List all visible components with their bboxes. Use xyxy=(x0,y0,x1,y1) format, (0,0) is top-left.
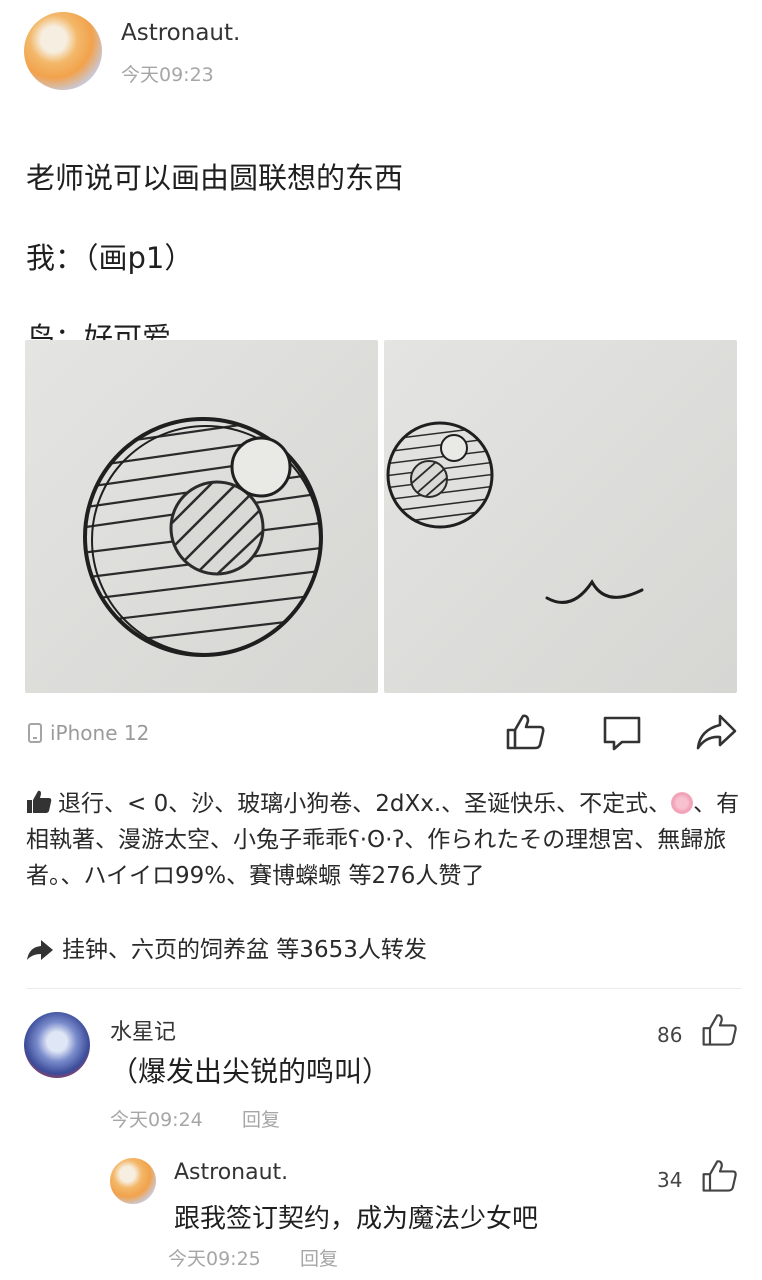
commenter-avatar[interactable] xyxy=(110,1158,156,1204)
thumbs-up-icon xyxy=(27,790,52,813)
comment-like-button[interactable] xyxy=(700,1010,740,1050)
share-icon xyxy=(696,714,737,750)
reply-button[interactable]: 回复 xyxy=(300,1244,338,1271)
comment-time: 今天09:25 xyxy=(168,1248,261,1270)
like-button[interactable] xyxy=(502,708,550,756)
comment-like-button[interactable] xyxy=(700,1156,740,1196)
reposts-text: 挂钟、六页的饲养盆 等3653人转发 xyxy=(62,937,427,963)
author-name[interactable]: Astronaut. xyxy=(121,20,240,46)
post-time: 今天09:23 xyxy=(121,64,214,86)
comment-icon xyxy=(603,716,641,751)
comment-time: 今天09:24 xyxy=(110,1109,203,1131)
face-drawing xyxy=(386,421,644,604)
divider xyxy=(26,988,742,989)
likes-names-1: 退行、< 0、沙、玻璃小狗卷、2dXx.、圣诞快乐、不定式、 xyxy=(58,791,672,817)
comment-like-count: 86 xyxy=(657,1023,683,1047)
commenter-name[interactable]: Astronaut. xyxy=(174,1160,288,1185)
reply-button[interactable]: 回复 xyxy=(242,1105,280,1132)
comment-text: 跟我签订契约，成为魔法少女吧 xyxy=(174,1204,539,1234)
post-line: 老师说可以画由圆联想的东西 xyxy=(26,161,404,195)
thumbs-up-icon xyxy=(702,1160,737,1192)
flower-emoji-icon xyxy=(671,792,694,814)
phone-icon xyxy=(28,723,42,743)
post-line: 我：（画p1） xyxy=(26,241,194,275)
device-name: iPhone 12 xyxy=(50,721,150,745)
post-photo-1[interactable] xyxy=(25,340,378,693)
repost-arrow-icon xyxy=(27,940,53,960)
reposts-list[interactable]: 挂钟、六页的饲养盆 等3653人转发 xyxy=(26,932,742,968)
commenter-name[interactable]: 水星记 xyxy=(110,1014,176,1046)
thumbs-up-icon xyxy=(506,714,545,750)
author-avatar[interactable] xyxy=(24,12,102,90)
thumbs-up-icon xyxy=(702,1014,737,1046)
likes-list[interactable]: 退行、< 0、沙、玻璃小狗卷、2dXx.、圣诞快乐、不定式、 、有相執著、漫游太空… xyxy=(26,786,742,894)
comment-button[interactable] xyxy=(598,708,646,756)
device-label: iPhone 12 xyxy=(28,721,149,745)
comment-like-count: 34 xyxy=(657,1168,683,1192)
comment-text: （爆发出尖锐的鸣叫） xyxy=(110,1055,391,1088)
share-button[interactable] xyxy=(692,708,740,756)
commenter-avatar[interactable] xyxy=(24,1012,90,1078)
post-photo-2[interactable] xyxy=(384,340,737,693)
circle-drawing xyxy=(83,417,323,657)
